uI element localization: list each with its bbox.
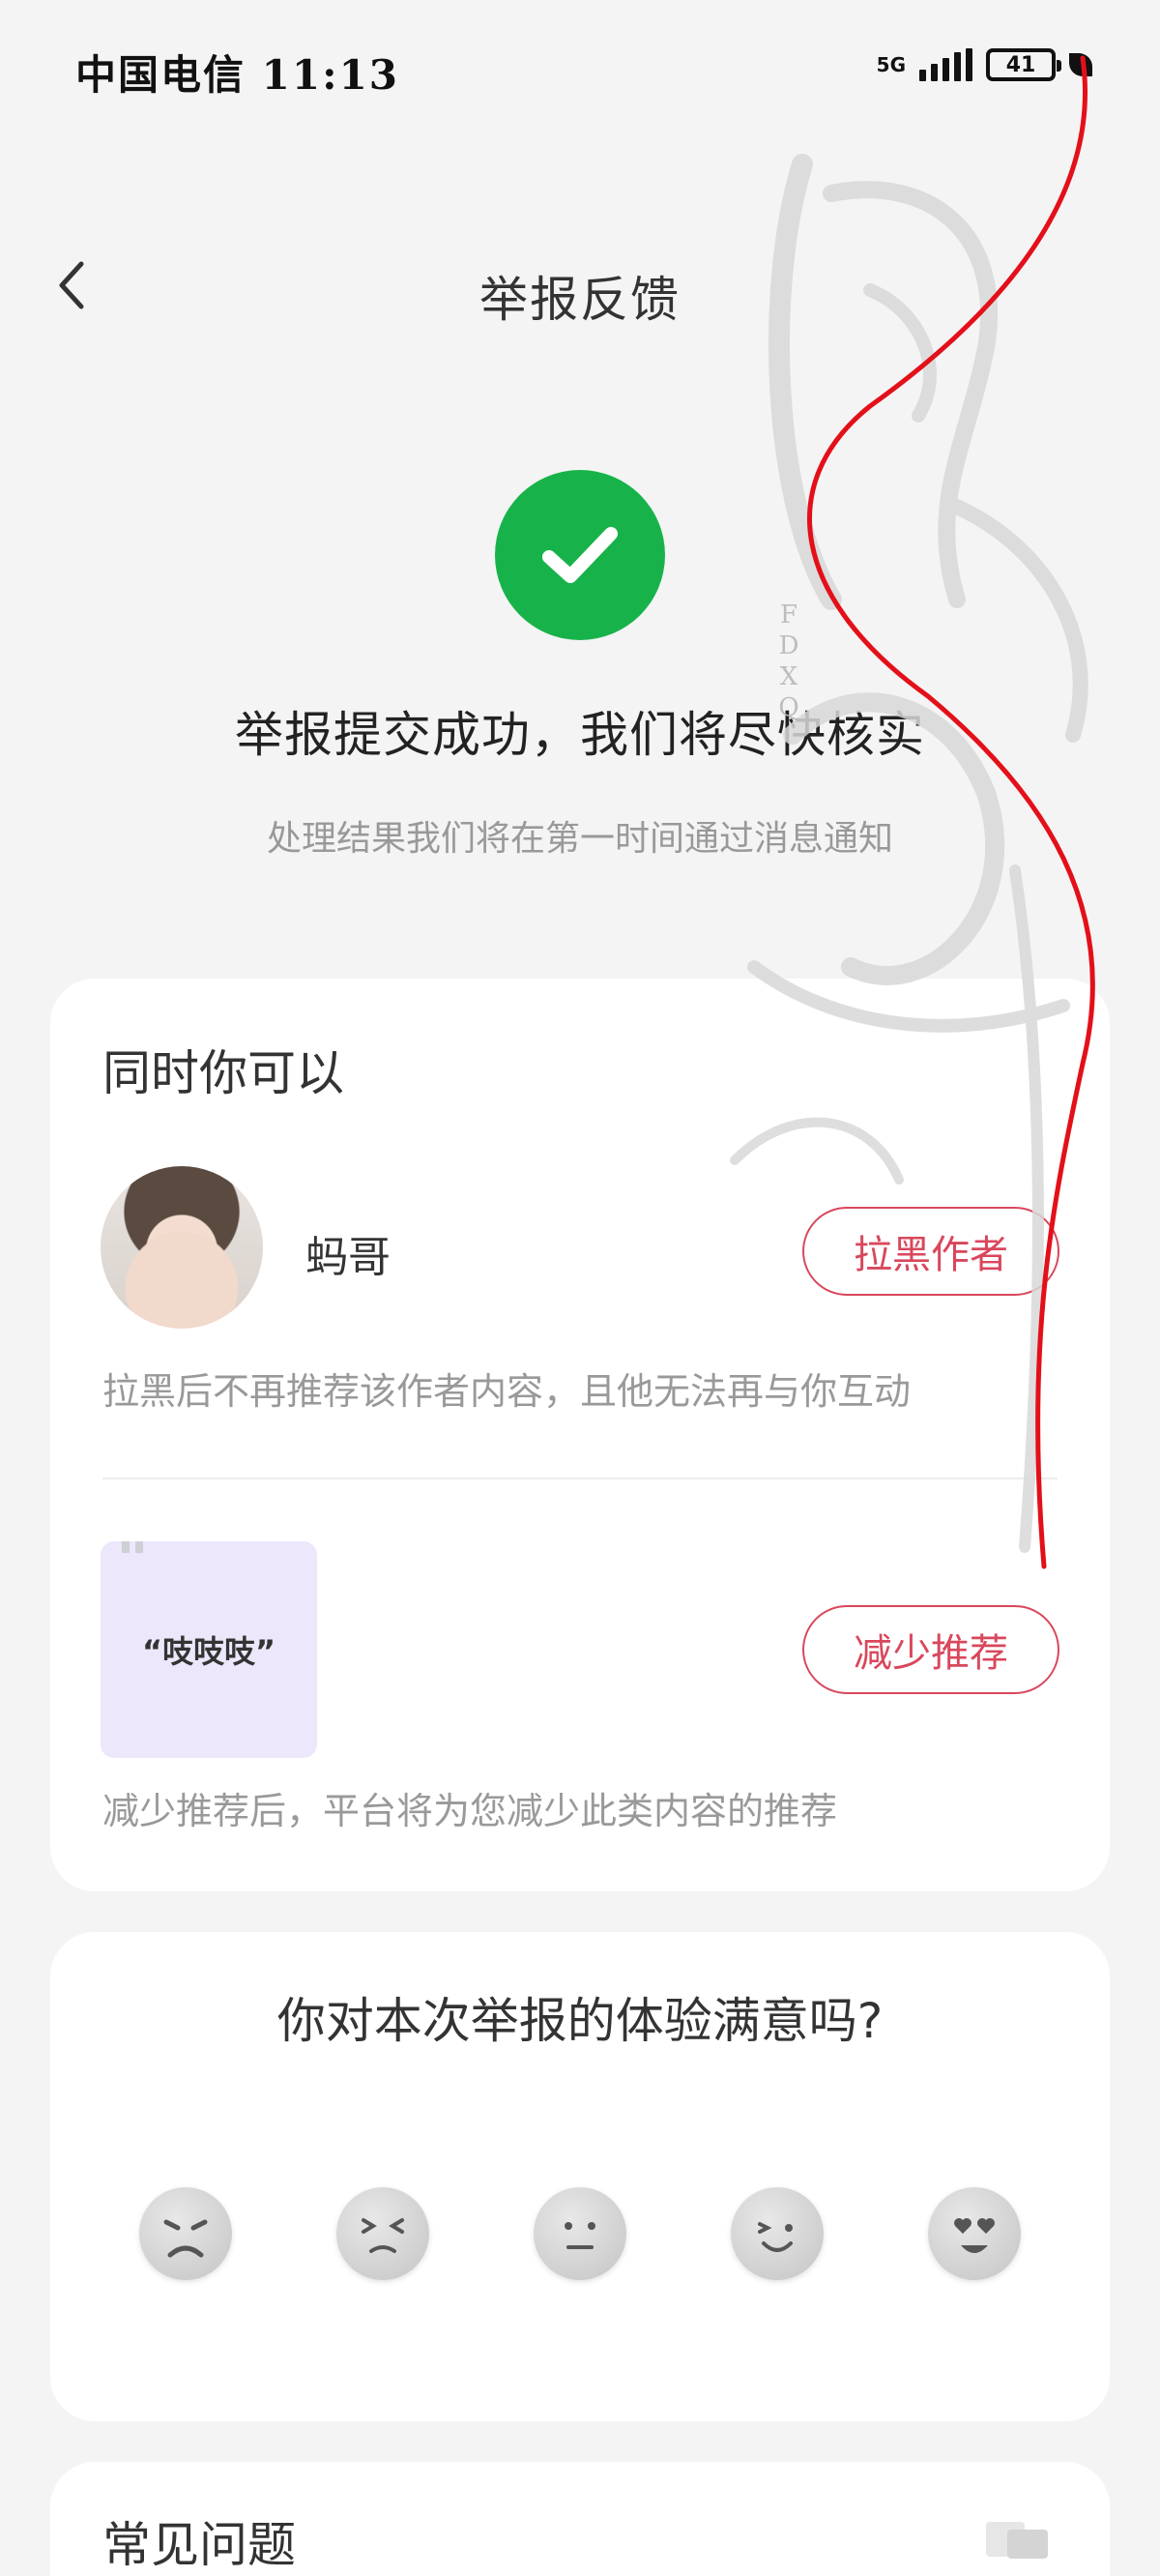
page-title: 举报反馈 bbox=[479, 272, 681, 328]
very-unsatisfied-face-icon[interactable] bbox=[139, 2187, 232, 2280]
faq-card: 常见问题 bbox=[50, 2462, 1110, 2576]
signal-icon bbox=[919, 48, 972, 81]
block-author-button[interactable]: 拉黑作者 bbox=[802, 1207, 1059, 1296]
watermark-letter: D bbox=[779, 631, 799, 660]
divider bbox=[102, 1478, 1058, 1479]
nav-header: 举报反馈 bbox=[0, 232, 1160, 338]
battery-icon: 41 bbox=[986, 48, 1061, 81]
rating-card: 你对本次举报的体验满意吗? bbox=[50, 1932, 1110, 2421]
reduce-recommend-description: 减少推荐后，平台将为您减少此类内容的推荐 bbox=[102, 1790, 838, 1832]
network-type: 5G bbox=[876, 53, 906, 76]
success-title: 举报提交成功，我们将尽快核实 bbox=[235, 707, 925, 763]
faq-illustration-icon bbox=[986, 2522, 1048, 2559]
faq-title[interactable]: 常见问题 bbox=[102, 2506, 296, 2576]
rating-options bbox=[50, 2187, 1110, 2280]
rating-question: 你对本次举报的体验满意吗? bbox=[276, 1993, 884, 2049]
watermark-letter: F bbox=[780, 600, 798, 629]
reduce-recommend-button[interactable]: 减少推荐 bbox=[802, 1605, 1059, 1694]
status-bar: 中国电信 11:13 5G 41 bbox=[0, 0, 1160, 135]
block-author-description: 拉黑后不再推荐该作者内容，且他无法再与你互动 bbox=[102, 1370, 912, 1413]
carrier-time: 中国电信 11:13 bbox=[75, 51, 400, 99]
quote-mark-icon bbox=[122, 1541, 143, 1553]
actions-card: 同时你可以 蚂哥 拉黑作者 拉黑后不再推荐该作者内容，且他无法再与你互动 “吱吱… bbox=[50, 979, 1110, 1891]
very-satisfied-face-icon[interactable] bbox=[928, 2187, 1021, 2280]
unsatisfied-face-icon[interactable] bbox=[336, 2187, 429, 2280]
neutral-face-icon[interactable] bbox=[534, 2187, 626, 2280]
author-name[interactable]: 蚂哥 bbox=[305, 1222, 391, 1284]
success-check-icon bbox=[495, 470, 665, 640]
author-avatar[interactable] bbox=[101, 1166, 263, 1329]
content-thumbnail-text: “吱吱吱” bbox=[141, 1633, 276, 1670]
status-icons: 5G 41 bbox=[877, 48, 1092, 81]
success-subtitle: 处理结果我们将在第一时间通过消息通知 bbox=[266, 819, 893, 859]
watermark-letter: X bbox=[780, 662, 798, 691]
battery-level: 41 bbox=[1005, 52, 1036, 77]
satisfied-face-icon[interactable] bbox=[731, 2187, 824, 2280]
section-title: 同时你可以 bbox=[102, 1045, 344, 1101]
leaf-icon bbox=[1069, 53, 1092, 76]
content-thumbnail[interactable]: “吱吱吱” bbox=[101, 1541, 317, 1758]
